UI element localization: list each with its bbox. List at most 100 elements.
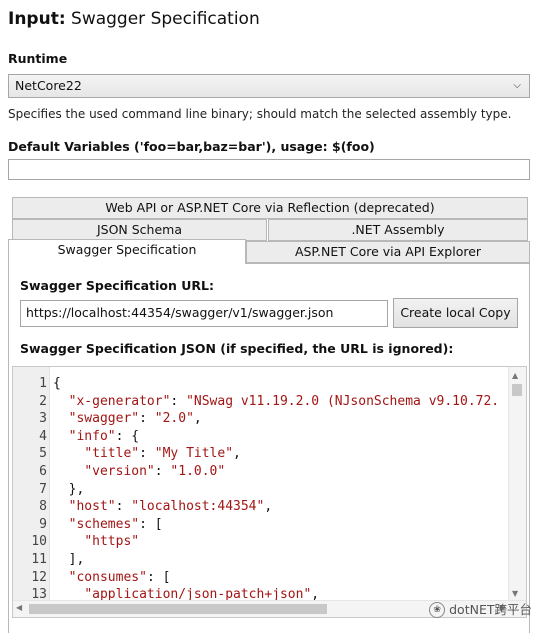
code-line: 12 "consumes": [ — [13, 569, 503, 587]
default-variables-label: Default Variables ('foo=bar,baz=bar'), u… — [8, 139, 375, 154]
line-code: "schemes": [ — [53, 516, 163, 534]
horizontal-scroll-thumb[interactable] — [29, 604, 327, 614]
scroll-left-icon[interactable]: ◀ — [16, 603, 22, 612]
watermark: ❀ dotNET跨平台 — [429, 599, 532, 618]
page-title: Input: Swagger Specification — [8, 9, 260, 29]
code-line: 1{ — [13, 375, 503, 393]
line-number: 5 — [39, 446, 47, 462]
line-number: 8 — [39, 499, 47, 515]
json-token: : — [154, 464, 171, 479]
code-line: 8 "host": "localhost:44354", — [13, 498, 503, 516]
chevron-down-icon: ⌵ — [513, 80, 521, 91]
line-code: }, — [53, 481, 85, 499]
json-token: }, — [53, 481, 85, 497]
line-code: "version": "1.0.0" — [53, 463, 225, 481]
editor-vertical-scrollbar[interactable]: ▲ ▼ — [508, 367, 526, 602]
line-code: "https" — [53, 533, 139, 551]
tab-web-api-reflection[interactable]: Web API or ASP.NET Core via Reflection (… — [12, 197, 528, 219]
code-line: 7 }, — [13, 481, 503, 499]
line-code: ], — [53, 551, 85, 569]
code-line: 3 "swagger": "2.0", — [13, 410, 503, 428]
scroll-up-icon[interactable]: ▲ — [512, 371, 518, 380]
line-number: 4 — [39, 428, 47, 444]
line-code: "info": { — [53, 428, 139, 446]
code-line: 2 "x-generator": "NSwag v11.19.2.0 (NJso… — [13, 393, 503, 411]
json-string-token: "1.0.0" — [170, 464, 226, 479]
line-number: 12 — [31, 569, 47, 585]
json-token: , — [264, 499, 273, 515]
code-line: 4 "info": { — [13, 428, 503, 446]
line-code: "consumes": [ — [53, 569, 171, 587]
json-token: : — [170, 393, 187, 409]
code-line: 10 "https" — [13, 533, 503, 551]
json-string-token: "NSwag v11.19.2.0 (NJsonSchema v9.10.72. — [186, 393, 500, 409]
line-code: "host": "localhost:44354", — [53, 498, 273, 516]
wechat-icon: ❀ — [429, 602, 446, 618]
tab-net-assembly[interactable]: .NET Assembly — [268, 219, 528, 241]
json-token: ], — [53, 552, 85, 567]
line-code: "swagger": "2.0", — [53, 410, 202, 428]
line-number: 2 — [39, 393, 47, 409]
json-string-token: "swagger" — [68, 411, 140, 427]
vertical-scroll-thumb[interactable] — [512, 384, 522, 396]
code-line: 9 "schemes": [ — [13, 516, 503, 534]
default-variables-input[interactable] — [8, 159, 530, 180]
json-token: : [ — [139, 516, 163, 532]
code-line: 6 "version": "1.0.0" — [13, 463, 503, 481]
swagger-url-input[interactable]: https://localhost:44354/swagger/v1/swagg… — [20, 300, 388, 327]
create-local-copy-button[interactable]: Create local Copy — [393, 298, 518, 328]
json-token: : [ — [146, 569, 171, 585]
title-text: Swagger Specification — [71, 9, 260, 29]
line-number: 1 — [39, 376, 47, 391]
json-string-token: "consumes" — [68, 569, 147, 585]
json-token: : — [139, 411, 155, 427]
tab-swagger-specification[interactable]: Swagger Specification — [8, 239, 246, 264]
json-string-token: "schemes" — [68, 516, 140, 532]
json-string-token: "My Title" — [154, 446, 234, 462]
line-number: 3 — [39, 411, 47, 427]
line-code: { — [53, 375, 61, 393]
json-token: : { — [115, 428, 140, 444]
runtime-select[interactable]: NetCore22 ⌵ — [8, 74, 530, 98]
line-code: "title": "My Title", — [53, 445, 241, 463]
scroll-down-icon[interactable]: ▼ — [512, 589, 518, 598]
json-token: : — [139, 446, 155, 462]
line-number: 10 — [31, 534, 47, 550]
runtime-description: Specifies the used command line binary; … — [8, 107, 512, 121]
code-line: 5 "title": "My Title", — [13, 445, 503, 463]
swagger-json-editor[interactable]: 1{2 "x-generator": "NSwag v11.19.2.0 (NJ… — [12, 366, 527, 618]
title-prefix: Input: — [8, 9, 66, 29]
json-string-token: "x-generator" — [68, 393, 171, 409]
json-token: , — [233, 446, 241, 462]
line-number: 9 — [39, 516, 47, 532]
json-token: , — [193, 411, 202, 427]
runtime-selected-value: NetCore22 — [15, 78, 82, 93]
json-string-token: "version" — [84, 464, 155, 479]
json-string-token: "https" — [84, 534, 140, 550]
line-code: "x-generator": "NSwag v11.19.2.0 (NJsonS… — [53, 393, 499, 411]
tab-json-schema[interactable]: JSON Schema — [12, 219, 267, 241]
tab-aspnet-core-api-explorer[interactable]: ASP.NET Core via API Explorer — [246, 241, 530, 263]
code-line: 11 ], — [13, 551, 503, 569]
json-string-token: "2.0" — [154, 411, 194, 427]
json-string-token: "host" — [68, 499, 116, 515]
swagger-json-label: Swagger Specification JSON (if specified… — [20, 341, 454, 356]
swagger-url-label: Swagger Specification URL: — [20, 278, 214, 293]
json-token: : — [115, 499, 132, 515]
line-number: 11 — [31, 552, 47, 567]
json-string-token: "info" — [68, 428, 116, 444]
line-number: 7 — [39, 481, 47, 497]
json-string-token: "localhost:44354" — [131, 499, 265, 515]
line-number: 6 — [39, 464, 47, 479]
watermark-text: dotNET跨平台 — [449, 601, 532, 617]
json-string-token: "title" — [84, 446, 140, 462]
